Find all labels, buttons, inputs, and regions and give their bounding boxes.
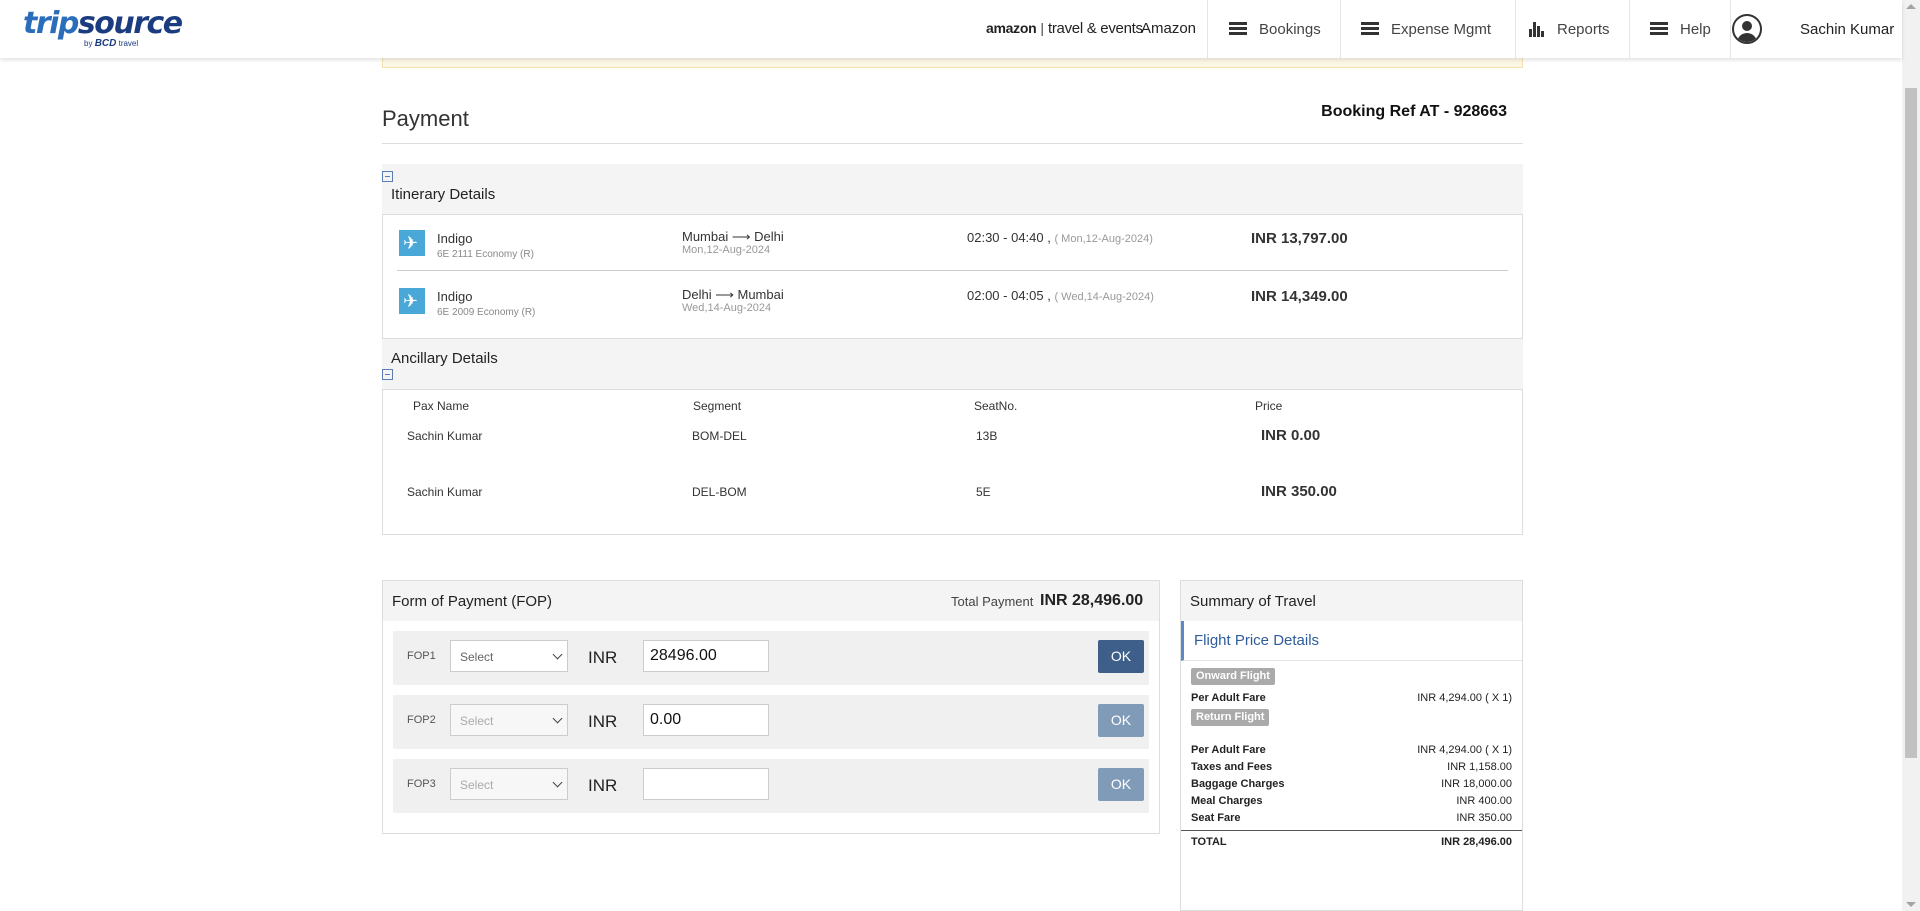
menu-icon	[1361, 22, 1379, 36]
fop-label: FOP2	[407, 714, 436, 726]
chevron-down-icon	[552, 777, 563, 788]
currency-label: INR	[588, 776, 618, 795]
ok-button[interactable]: OK	[1098, 704, 1144, 737]
flight-price-details-header[interactable]: Flight Price Details	[1181, 621, 1522, 661]
fop-title: Form of Payment (FOP)	[392, 593, 553, 610]
ancillary-price: INR 0.00	[1261, 427, 1321, 444]
flight-route: Delhi ⟶ Mumbai	[682, 287, 784, 302]
nav-expense-mgmt[interactable]: Expense Mgmt	[1340, 0, 1515, 58]
summary-title: Summary of Travel	[1190, 593, 1316, 610]
fop-label: FOP1	[407, 650, 436, 662]
divider	[397, 270, 1508, 271]
chevron-down-icon	[552, 649, 563, 660]
payment-method-select[interactable]: Select	[450, 704, 568, 736]
fop-row: FOP3 Select INR OK	[393, 759, 1149, 813]
nav-expense-mgmt-label: Expense Mgmt	[1391, 20, 1492, 38]
divider	[382, 143, 1523, 144]
ancillary-table: Pax Name Segment SeatNo. Price Sachin Ku…	[382, 389, 1523, 535]
itinerary-box: ✈ Indigo 6E 2111 Economy (R) Mumbai ⟶ De…	[382, 214, 1523, 339]
tripsource-logo[interactable]: tripsource by BCD travel	[23, 6, 183, 50]
flight-price: INR 13,797.00	[1251, 230, 1348, 247]
column-header: SeatNo.	[974, 399, 1018, 413]
column-header: Price	[1255, 399, 1283, 413]
nav-bookings[interactable]: Bookings	[1207, 0, 1340, 58]
flight-price: INR 14,349.00	[1251, 288, 1348, 305]
flight-price-details-title: Flight Price Details	[1194, 632, 1320, 649]
ok-button[interactable]: OK	[1098, 640, 1144, 673]
user-avatar-icon[interactable]	[1732, 14, 1762, 44]
fop-row: FOP2 Select INR 0.00 OK	[393, 695, 1149, 749]
seat-number: 5E	[976, 485, 991, 499]
fop-label: FOP3	[407, 778, 436, 790]
itinerary-section-header: Itinerary Details	[382, 164, 1523, 214]
user-name[interactable]: Sachin Kumar	[1800, 21, 1894, 38]
itinerary-title: Itinerary Details	[391, 186, 496, 203]
ancillary-price: INR 350.00	[1261, 483, 1337, 500]
total-payment-value: INR 28,496.00	[1040, 592, 1144, 609]
fop-header: Form of Payment (FOP) Total Payment INR …	[383, 581, 1159, 621]
amazon-travel-events-logo: amazon | travel & events	[986, 20, 1143, 37]
flight-number: 6E 2111 Economy (R)	[437, 249, 534, 260]
logo-byline: by BCD travel	[84, 38, 139, 49]
flight-icon: ✈	[399, 288, 425, 314]
scrollbar-thumb[interactable]	[1905, 88, 1917, 758]
flight-route: Mumbai ⟶ Delhi	[682, 229, 784, 244]
flight-date: Mon,12-Aug-2024	[682, 244, 771, 256]
collapse-icon[interactable]	[382, 171, 393, 182]
payment-method-select[interactable]: Select	[450, 768, 568, 800]
onward-flight-tag: Onward Flight	[1191, 668, 1275, 685]
summary-of-travel-panel: Summary of Travel Flight Price Details O…	[1180, 580, 1523, 911]
booking-reference: Booking Ref AT - 928663	[1321, 103, 1507, 120]
divider	[1181, 830, 1522, 831]
seat-number: 13B	[976, 429, 998, 443]
ok-button[interactable]: OK	[1098, 768, 1144, 801]
currency-label: INR	[588, 712, 618, 731]
nav-help-label: Help	[1680, 20, 1711, 38]
return-flight-tag: Return Flight	[1191, 709, 1270, 726]
logo-text-trip: trip	[23, 6, 79, 41]
bar-chart-icon	[1529, 21, 1545, 37]
menu-icon	[1229, 22, 1247, 36]
pax-name: Sachin Kumar	[407, 429, 483, 443]
ancillary-section-header: Ancillary Details	[382, 339, 1523, 389]
chevron-down-icon	[552, 713, 563, 724]
vertical-scrollbar[interactable]	[1902, 0, 1920, 911]
payment-method-select[interactable]: Select	[450, 640, 568, 672]
nav-bookings-label: Bookings	[1259, 20, 1321, 38]
flight-time: 02:30 - 04:40 , ( Mon,12-Aug-2024)	[967, 230, 1153, 245]
scroll-up-arrow-icon[interactable]	[1906, 4, 1916, 9]
company-name: Amazon	[1141, 20, 1197, 37]
page-title: Payment	[382, 106, 469, 131]
menu-icon	[1650, 22, 1668, 36]
nav-help[interactable]: Help	[1629, 0, 1731, 58]
logo-text-source: source	[77, 6, 183, 41]
amount-input[interactable]: 28496.00	[643, 640, 769, 672]
currency-label: INR	[588, 648, 618, 667]
segment: BOM-DEL	[692, 429, 747, 443]
flight-airline: Indigo	[437, 289, 473, 304]
segment: DEL-BOM	[692, 485, 747, 499]
column-header: Segment	[693, 399, 742, 413]
flight-date: Wed,14-Aug-2024	[682, 302, 772, 314]
fop-row: FOP1 Select INR 28496.00 OK	[393, 631, 1149, 685]
nav-reports-label: Reports	[1557, 20, 1610, 38]
summary-header: Summary of Travel	[1181, 581, 1522, 621]
column-header: Pax Name	[413, 399, 470, 413]
total-payment-label: Total Payment	[951, 594, 1034, 609]
collapse-icon[interactable]	[382, 369, 393, 380]
scroll-down-arrow-icon[interactable]	[1906, 902, 1916, 907]
flight-time: 02:00 - 04:05 , ( Wed,14-Aug-2024)	[967, 288, 1154, 303]
amount-input[interactable]	[643, 768, 769, 800]
ancillary-title: Ancillary Details	[391, 350, 498, 367]
flight-icon: ✈	[399, 230, 425, 256]
amount-input[interactable]: 0.00	[643, 704, 769, 736]
form-of-payment-panel: Form of Payment (FOP) Total Payment INR …	[382, 580, 1160, 834]
pax-name: Sachin Kumar	[407, 485, 483, 499]
top-navigation-bar: tripsource by BCD travel amazon | travel &…	[0, 0, 1902, 58]
nav-reports[interactable]: Reports	[1515, 0, 1629, 58]
flight-number: 6E 2009 Economy (R)	[437, 307, 536, 318]
flight-airline: Indigo	[437, 231, 473, 246]
notice-banner	[382, 58, 1523, 68]
